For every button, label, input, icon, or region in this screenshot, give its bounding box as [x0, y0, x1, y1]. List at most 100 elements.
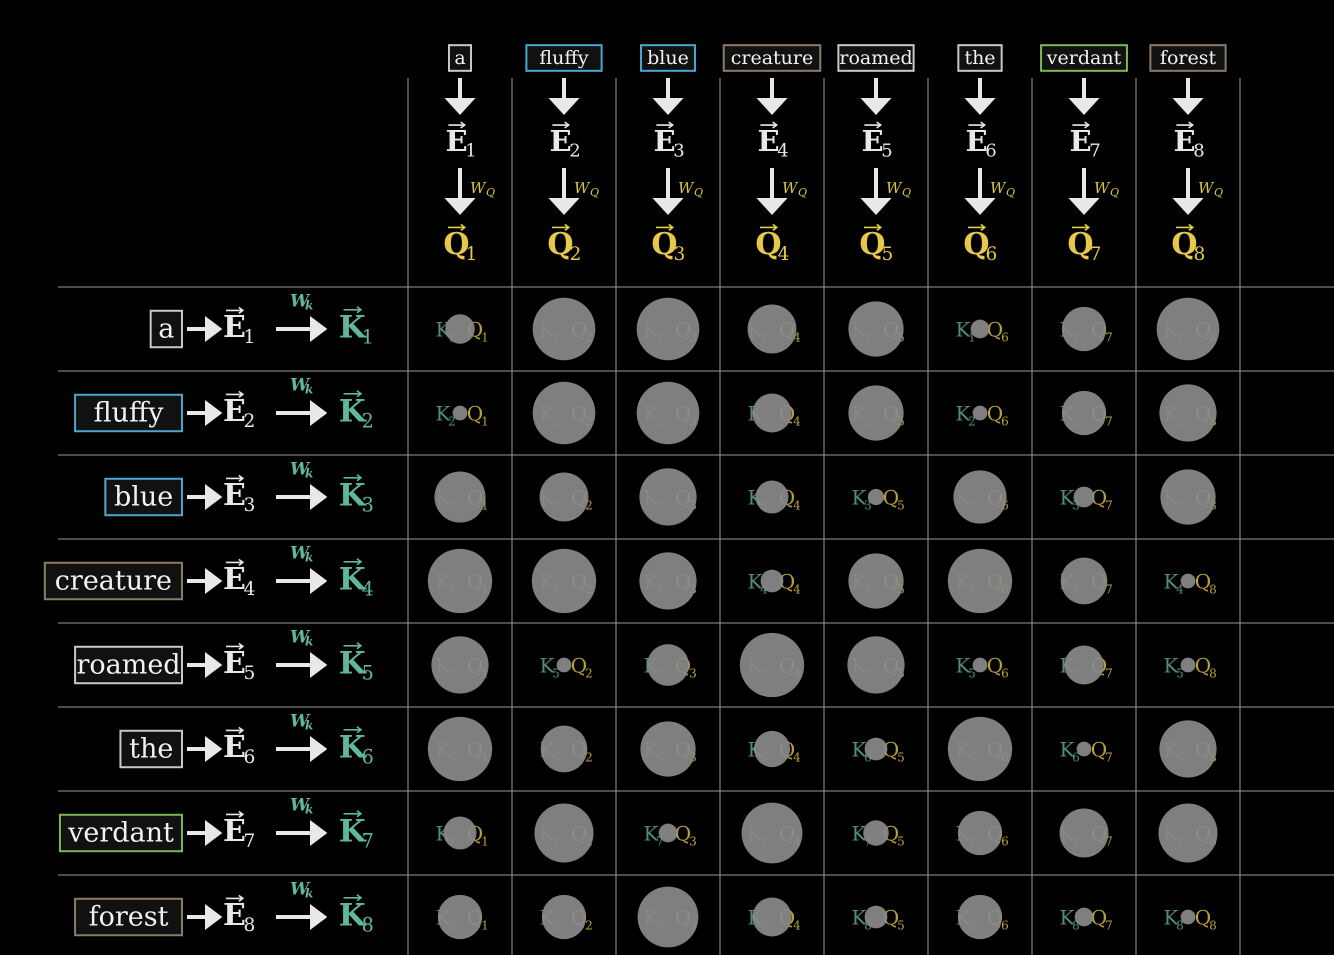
column-query-5-subscript: 5: [881, 244, 893, 265]
cell-query-subscript: 7: [1105, 667, 1113, 681]
token-to-embedding-arrow: [444, 78, 476, 115]
attention-cell: K4·Q5: [848, 553, 905, 609]
attention-cell: K6·Q1: [427, 716, 493, 782]
attention-cell: K3·Q1: [434, 471, 489, 523]
attention-cell: K6·Q6: [947, 716, 1013, 782]
key-weight-arrow: [276, 484, 328, 510]
column-query-1-subscript: 1: [465, 244, 477, 265]
attention-dot: [639, 468, 697, 526]
attention-dot: [1076, 741, 1092, 757]
attention-dot: [747, 304, 797, 354]
attention-cell: K3·Q2: [540, 472, 593, 522]
attention-cell: K4·Q2: [531, 548, 597, 614]
attention-cell: K8·Q3: [637, 886, 699, 948]
attention-dot: [1156, 297, 1220, 361]
attention-cell: K1·Q5: [848, 301, 905, 357]
column-embedding-4-subscript: 4: [777, 141, 788, 162]
attention-dot: [947, 548, 1013, 614]
attention-dot: [1064, 645, 1104, 685]
attention-dot: [534, 803, 594, 863]
query-weight-label: W: [1198, 179, 1215, 197]
attention-dot: [1180, 573, 1196, 589]
cell-query-subscript: 2: [585, 667, 593, 681]
key-weight-subscript: k: [305, 467, 313, 481]
query-weight-subscript: Q: [486, 186, 495, 199]
attention-dot: [957, 810, 1003, 856]
column-embedding-8-subscript: 8: [1193, 141, 1204, 162]
cell-query-subscript: 7: [1105, 331, 1113, 345]
query-weight-arrow: [652, 168, 684, 215]
attention-cell: K4·Q6: [947, 548, 1013, 614]
attention-cell: K7·Q7: [1059, 808, 1113, 858]
attention-cell: K3·Q5: [852, 486, 905, 513]
cell-query-subscript: 1: [481, 415, 489, 429]
cell-query-subscript: 1: [481, 331, 489, 345]
attention-cell: K4·Q3: [639, 552, 697, 610]
attention-dot: [848, 385, 904, 441]
key-weight-arrow: [276, 568, 328, 594]
attention-dot: [864, 737, 888, 761]
column-query-3-subscript: 3: [673, 244, 685, 265]
column-embedding-5-letter: E: [861, 124, 883, 158]
attention-cell: K8·Q7: [1060, 906, 1113, 933]
row-key-6-subscript: 6: [362, 745, 374, 768]
row-embedding-2-letter: E: [223, 394, 246, 429]
attention-dot: [1073, 486, 1095, 508]
column-embedding-5: E5: [861, 121, 893, 162]
attention-pattern-diagram: aE1W QQ1fluffyE2W QQ2blueE3W QQ3creatureE4W…: [43, 44, 1334, 955]
query-weight-label: W: [990, 179, 1007, 197]
column-token-4-word: creature: [731, 47, 814, 69]
column-token-8-word: forest: [1160, 47, 1217, 69]
attention-cell: K5·Q8: [1164, 654, 1217, 681]
cell-query-subscript: 5: [897, 499, 905, 513]
attention-dot: [947, 716, 1013, 782]
row-embedding-8: E8: [223, 894, 255, 936]
attention-dot: [1180, 657, 1196, 673]
attention-cell: K7·Q3: [644, 822, 697, 849]
attention-dot: [1180, 909, 1196, 925]
key-weight-subscript: k: [305, 635, 313, 649]
row-token-7-word: verdant: [67, 818, 174, 849]
column-token-1-word: a: [454, 47, 465, 69]
row-token-5-word: roamed: [76, 650, 180, 681]
query-weight-label: W: [1094, 179, 1111, 197]
row-embedding-6: E6: [223, 726, 255, 768]
token-to-embedding-arrow: [187, 400, 223, 426]
attention-dot: [452, 405, 468, 421]
query-weight-subscript: Q: [1006, 186, 1015, 199]
column-embedding-6: E6: [965, 121, 997, 162]
key-weight-subscript: k: [305, 719, 313, 733]
key-weight-arrow: [276, 820, 328, 846]
query-weight-arrow: [548, 168, 580, 215]
attention-dot: [847, 636, 905, 694]
attention-dot: [1060, 557, 1108, 605]
attention-cell: K3·Q8: [1160, 469, 1217, 525]
attention-dot: [540, 725, 588, 773]
query-weight-label: W: [678, 179, 695, 197]
attention-dot: [741, 802, 803, 864]
attention-dot: [867, 488, 885, 506]
column-embedding-4-letter: E: [757, 124, 779, 158]
attention-cell: K5·Q3: [644, 644, 697, 686]
column-embedding-6-subscript: 6: [985, 141, 996, 162]
row-key-5: K5: [339, 642, 374, 684]
attention-cell: K1·Q4: [747, 304, 801, 354]
cell-query-subscript: 2: [585, 919, 593, 933]
token-to-embedding-arrow: [964, 78, 996, 115]
attention-dot: [848, 553, 904, 609]
column-token-7-word: verdant: [1046, 47, 1122, 69]
row-key-2-subscript: 2: [362, 409, 374, 432]
row-token-8-word: forest: [89, 902, 169, 933]
attention-dot: [755, 480, 789, 514]
cell-query-subscript: 7: [1105, 751, 1113, 765]
attention-cell: K2·Q3: [636, 381, 700, 445]
attention-dot: [443, 816, 477, 850]
attention-dot: [1059, 808, 1109, 858]
cell-query-subscript: 4: [793, 583, 801, 597]
row-embedding-5-letter: E: [223, 646, 246, 681]
attention-dot: [752, 897, 792, 937]
attention-cell: K6·Q5: [852, 738, 905, 765]
attention-cell: K2·Q2: [532, 381, 596, 445]
token-to-embedding-arrow: [187, 820, 223, 846]
token-to-embedding-arrow: [187, 484, 223, 510]
